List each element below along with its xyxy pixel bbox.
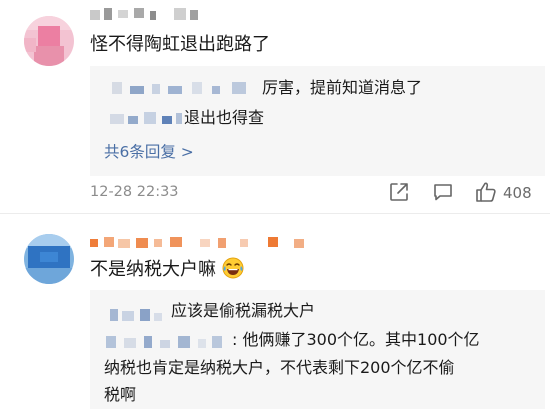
reply-username-blurred [104,80,262,96]
reply-text-line-2: : 他俩赚了300个亿。其中100个亿 [232,330,480,349]
avatar[interactable] [24,16,74,66]
reply-username-blurred [104,334,228,350]
comment-text: 不是纳税大户嘛 [90,257,244,282]
comment-time: 12-28 22:33 [90,184,179,200]
divider [0,213,550,214]
reply-text: 厉害，提前知道消息了 [262,78,423,97]
reply-text-line-1: 应该是偷税漏税大户 [171,301,316,320]
reply-text-line-4: 税啊 [104,385,137,404]
comment-text: 怪不得陶虹退出跑路了 [90,34,270,55]
avatar[interactable] [24,234,74,284]
reply-username-blurred [104,110,188,126]
reply-text-line-3: 纳税也肯定是纳税大户，不代表剩下200个亿不偷 [104,358,455,377]
comment-icon[interactable] [432,181,454,203]
reply-username-blurred [104,307,166,323]
comment-text-body: 不是纳税大户嘛 [90,259,216,280]
username[interactable] [90,8,210,20]
like-count: 408 [503,184,532,202]
view-more-replies-link[interactable]: 共6条回复 > [104,140,194,162]
username[interactable] [90,237,330,249]
tears-of-joy-emoji [222,257,244,279]
reply-text: 退出也得查 [184,108,265,127]
like-icon[interactable] [474,180,498,204]
share-icon[interactable] [388,181,410,203]
